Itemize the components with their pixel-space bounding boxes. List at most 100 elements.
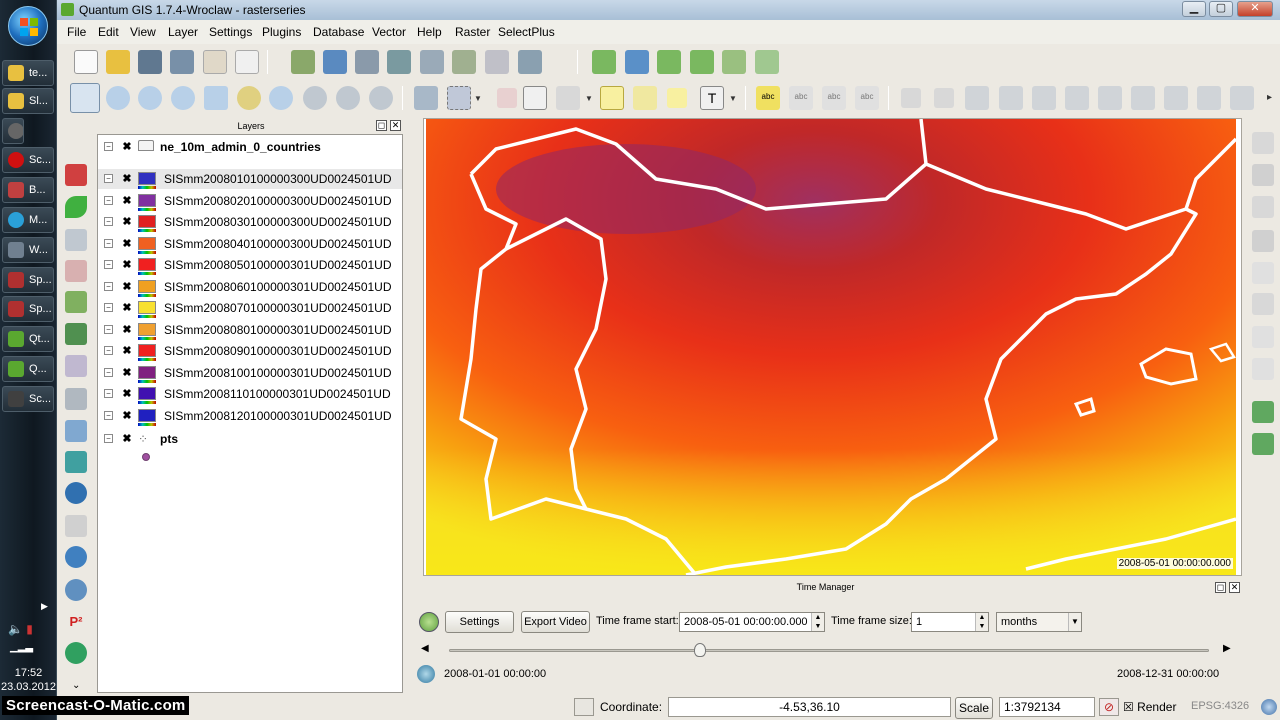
digitize-icon-9[interactable] [1230, 86, 1254, 110]
menu-raster[interactable]: Raster [455, 25, 490, 39]
menu-plugins[interactable]: Plugins [262, 25, 301, 39]
collapse-icon[interactable]: − [104, 174, 113, 183]
taskbar-item-eye[interactable] [2, 118, 24, 144]
time-slider-thumb[interactable] [693, 643, 706, 657]
remove-layer-icon[interactable] [485, 50, 509, 74]
menu-vector[interactable]: Vector [372, 25, 406, 39]
step-back-icon[interactable]: ◀ [421, 643, 429, 654]
zoom-in-icon[interactable] [106, 86, 130, 110]
label-move-icon[interactable]: abc [822, 86, 846, 110]
postgis-icon[interactable]: P² [65, 611, 87, 633]
info-icon[interactable] [625, 50, 649, 74]
digitize-icon-6[interactable] [1131, 86, 1155, 110]
taskbar-item-9[interactable]: Qt... [2, 326, 54, 352]
digitize-icon-4[interactable] [1065, 86, 1089, 110]
layer-visibility-checkbox[interactable]: ✖ [122, 389, 132, 400]
collapse-icon[interactable]: − [104, 260, 113, 269]
plugin-tool-icon[interactable] [65, 164, 87, 186]
identify-icon[interactable] [414, 86, 438, 110]
time-tool-icon[interactable] [65, 642, 87, 664]
menu-layer[interactable]: Layer [168, 25, 198, 39]
crs-icon[interactable] [1261, 699, 1277, 715]
plugin-icon[interactable] [722, 50, 746, 74]
stepper-icon[interactable]: ▲ ▼ [975, 613, 988, 631]
chevron-down-icon[interactable]: ▼ [585, 94, 593, 103]
layer-item[interactable]: − ✖ ne_10m_admin_0_countries [98, 137, 402, 157]
taskbar-item-6[interactable]: W... [2, 237, 54, 263]
menu-selectplus[interactable]: SelectPlus [498, 25, 555, 39]
redo-icon[interactable] [934, 88, 954, 108]
pan-icon[interactable] [70, 83, 100, 113]
layer-visibility-checkbox[interactable]: ✖ [122, 238, 132, 249]
close-panel-button[interactable]: ✕ [390, 120, 401, 131]
power-toggle-icon[interactable] [419, 612, 439, 632]
layer-item[interactable]: − ✖ SISmm2008100100000301UD0024501UD [98, 363, 402, 383]
taskbar-item-11[interactable]: Sc... [2, 386, 54, 412]
wave-icon[interactable] [65, 451, 87, 473]
edit-pencil-icon[interactable] [1252, 132, 1274, 154]
collapse-icon[interactable]: − [104, 410, 113, 420]
layer-item[interactable]: − ✖ SISmm2008010100000300UD0024501UD [98, 169, 402, 189]
new-print-composer-icon[interactable] [203, 50, 227, 74]
collapse-icon[interactable]: − [104, 195, 113, 205]
play-icon[interactable] [417, 665, 435, 683]
collapse-icon[interactable]: − [104, 281, 113, 291]
tray-expand-icon[interactable]: ▶ [41, 601, 48, 612]
close-button[interactable]: ✕ [1237, 1, 1273, 17]
show-bookmarks-icon[interactable] [690, 50, 714, 74]
add-vector-layer-icon[interactable] [291, 50, 315, 74]
layer-item[interactable]: − ✖ SISmm2008110100000301UD0024501UD [98, 384, 402, 404]
add-raster-layer-icon[interactable] [323, 50, 347, 74]
python-icon[interactable] [65, 482, 87, 504]
zoom-selection-icon[interactable] [237, 86, 261, 110]
network-icon[interactable]: ▁▂▃ [10, 642, 33, 653]
add-wms-layer-icon[interactable] [420, 50, 444, 74]
layer-item[interactable]: − ✖ ⁘ pts [98, 429, 402, 449]
time-frame-size-input[interactable]: 1 ▲ ▼ [911, 612, 989, 632]
grass-icon[interactable] [65, 323, 87, 345]
zoom-layer-icon[interactable] [269, 86, 293, 110]
undo-icon[interactable] [901, 88, 921, 108]
menu-view[interactable]: View [130, 25, 156, 39]
layer-visibility-checkbox[interactable]: ✖ [122, 217, 132, 228]
layers-tool-icon[interactable] [65, 229, 87, 251]
save-as-icon[interactable] [170, 50, 194, 74]
export-video-button[interactable]: Export Video [521, 611, 590, 633]
zoom-actual-size-icon[interactable] [171, 86, 195, 110]
layer-visibility-checkbox[interactable]: ✖ [122, 324, 132, 335]
taskbar-item-5[interactable]: M... [2, 207, 54, 233]
collapse-icon[interactable]: − [104, 324, 113, 334]
step-forward-icon[interactable]: ▶ [1223, 643, 1231, 654]
leaf-icon[interactable] [65, 196, 87, 218]
power-icon[interactable]: ▮ [26, 622, 33, 636]
scale-field[interactable]: 1:3792134 [999, 697, 1095, 717]
new-project-icon[interactable] [74, 50, 98, 74]
layer-item[interactable]: − ✖ SISmm2008090100000301UD0024501UD [98, 341, 402, 361]
taskbar-item-3[interactable]: Sc... [2, 147, 54, 173]
collapse-icon[interactable]: − [104, 367, 113, 377]
layer-visibility-checkbox[interactable]: ✖ [122, 142, 132, 153]
collapse-icon[interactable]: − [104, 217, 113, 226]
graph-tool-icon[interactable] [65, 355, 87, 377]
save-project-icon[interactable] [138, 50, 162, 74]
collapse-icon[interactable]: − [104, 142, 113, 151]
digitize-icon-1[interactable] [965, 86, 989, 110]
text-tool-icon[interactable]: T [700, 86, 724, 110]
digitize-icon-2[interactable] [999, 86, 1023, 110]
maximize-button[interactable]: ▢ [1209, 1, 1233, 17]
digitize-icon-3[interactable] [1032, 86, 1056, 110]
attribute-table-icon[interactable] [523, 86, 547, 110]
refresh-tool-icon[interactable] [65, 546, 87, 568]
crs-status[interactable]: EPSG:4326 [1191, 700, 1249, 712]
new-bookmark-icon[interactable] [592, 50, 616, 74]
taskbar-item-4[interactable]: B... [2, 177, 54, 203]
add-postgis-layer-icon[interactable] [355, 50, 379, 74]
settings-button[interactable]: Settings [445, 611, 514, 633]
layer-visibility-checkbox[interactable]: ✖ [122, 434, 132, 445]
collapse-icon[interactable]: − [104, 303, 113, 312]
toolbar-overflow-icon[interactable]: ▸ [1267, 92, 1272, 103]
chevron-down-icon[interactable]: ▼ [1068, 613, 1081, 631]
collapse-icon[interactable]: − [104, 434, 113, 443]
map-view[interactable] [426, 119, 1236, 575]
cut-icon[interactable] [1252, 293, 1274, 315]
